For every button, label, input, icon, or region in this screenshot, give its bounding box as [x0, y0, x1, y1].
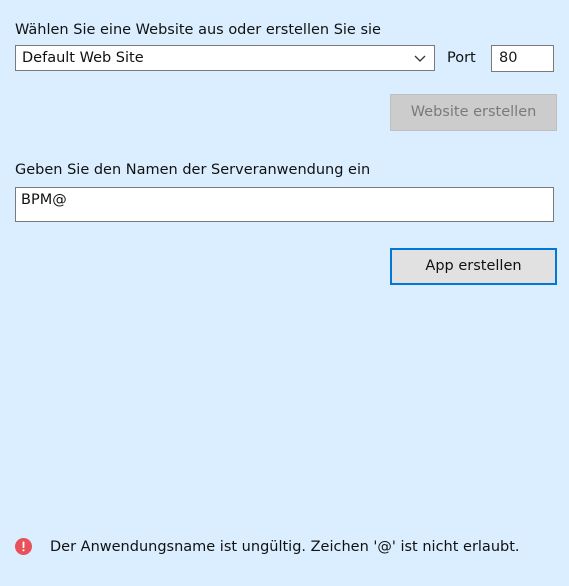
error-icon [15, 538, 32, 555]
website-select-label: Wählen Sie eine Website aus oder erstell… [15, 22, 381, 38]
app-name-label: Geben Sie den Namen der Serveranwendung … [15, 162, 371, 178]
chevron-down-icon [414, 55, 426, 62]
website-dropdown[interactable]: Default Web Site [15, 45, 435, 71]
website-dropdown-value: Default Web Site [22, 50, 144, 66]
app-name-input[interactable]: BPM@ [15, 187, 554, 222]
port-label: Port [447, 50, 476, 66]
create-website-button[interactable]: Website erstellen [390, 94, 557, 131]
create-app-button[interactable]: App erstellen [390, 248, 557, 285]
validation-message-text: Der Anwendungsname ist ungültig. Zeichen… [50, 539, 520, 555]
port-input[interactable]: 80 [491, 45, 554, 72]
app-name-input-value: BPM@ [21, 192, 67, 208]
port-input-value: 80 [499, 50, 518, 66]
